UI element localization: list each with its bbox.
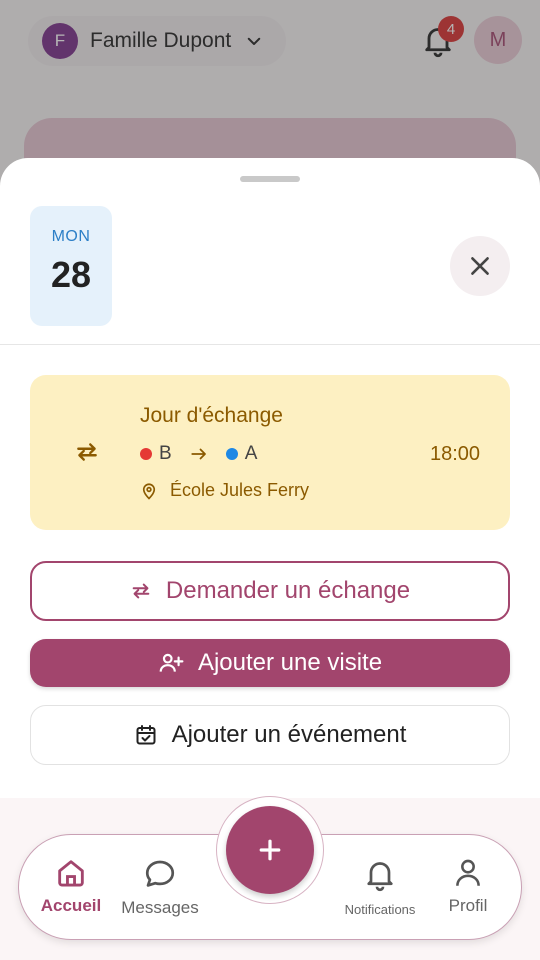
add-visit-button[interactable]: Ajouter une visite — [30, 639, 510, 687]
nav-home-label: Accueil — [40, 896, 102, 915]
event-location: École Jules Ferry — [140, 480, 309, 501]
calendar-check-icon — [136, 725, 156, 745]
location-pin-icon — [142, 483, 156, 500]
nav-profile[interactable]: Profil — [440, 856, 496, 916]
add-fab-button[interactable] — [226, 806, 314, 894]
to-parent: A — [244, 443, 258, 464]
arrow-right-icon — [191, 448, 206, 460]
location-name: École Jules Ferry — [170, 480, 310, 500]
divider — [0, 344, 540, 345]
add-person-icon — [159, 653, 184, 672]
nav-home[interactable]: Accueil — [38, 856, 104, 916]
swap-arrows-icon — [77, 443, 97, 461]
nav-notifications-label: Notifications — [344, 902, 416, 917]
request-swap-label: Demander un échange — [165, 577, 411, 604]
sheet-drag-handle[interactable] — [240, 176, 300, 182]
close-icon — [471, 257, 489, 275]
chat-bubble-icon — [145, 860, 175, 887]
weekday-label: MON — [51, 228, 91, 245]
nav-messages-label: Messages — [121, 898, 199, 917]
bell-icon — [367, 862, 393, 892]
add-event-label: Ajouter un événement — [171, 721, 407, 748]
from-parent: B — [159, 443, 172, 464]
swap-arrows-icon — [132, 583, 150, 599]
parent-a-color-dot — [225, 448, 238, 460]
person-icon — [456, 859, 480, 886]
plus-icon — [259, 839, 281, 861]
event-title: Jour d'échange — [140, 404, 283, 427]
parent-b-color-dot — [140, 448, 152, 460]
add-visit-label: Ajouter une visite — [197, 649, 383, 676]
day-number: 28 — [50, 254, 92, 295]
event-time: 18:00 — [430, 443, 481, 465]
add-event-button[interactable]: Ajouter un événement — [30, 705, 510, 765]
request-swap-button[interactable]: Demander un échange — [30, 561, 510, 621]
date-badge: MON 28 — [30, 206, 112, 326]
exchange-event-card[interactable]: Jour d'échange B A 18:00 École Jules Fer… — [30, 375, 510, 530]
handover-route: B A — [140, 443, 257, 465]
home-icon — [58, 860, 84, 887]
nav-messages[interactable]: Messages — [118, 856, 202, 918]
nav-notifications[interactable]: Notifications — [338, 856, 422, 917]
close-button[interactable] — [450, 236, 510, 296]
nav-profile-label: Profil — [448, 896, 488, 915]
